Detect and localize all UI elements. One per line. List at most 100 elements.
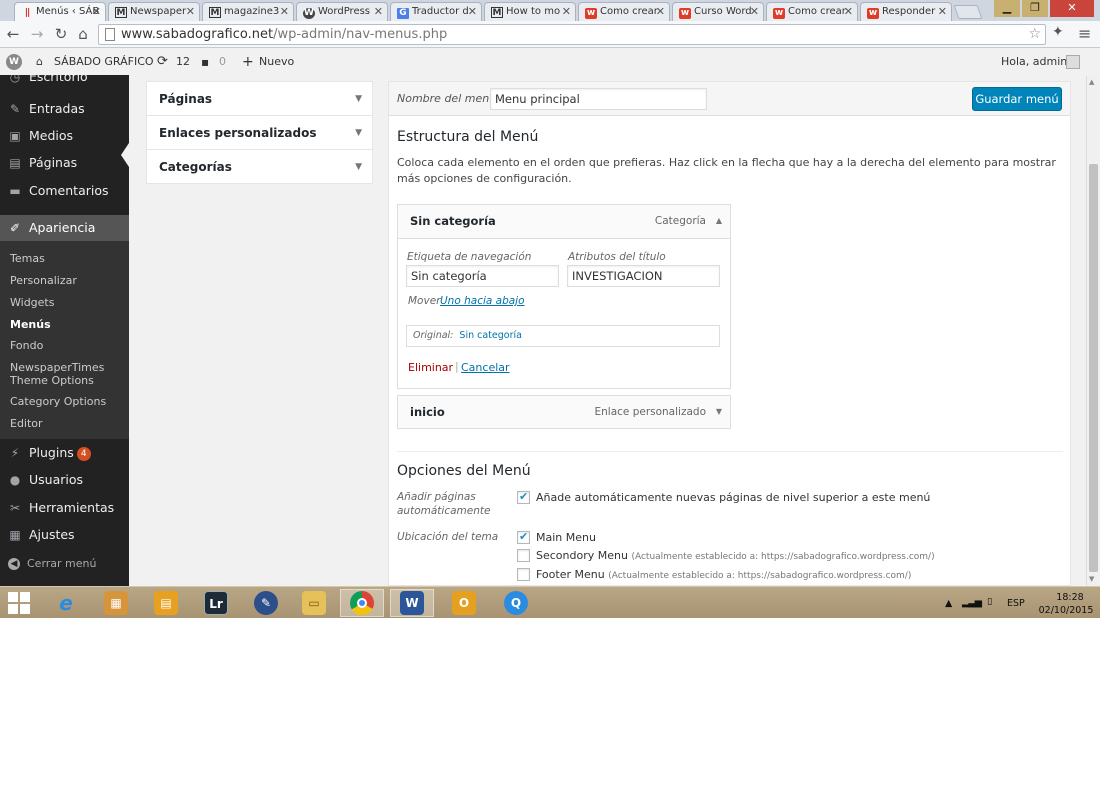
menu-name-input[interactable] [490,88,707,110]
close-tab-icon[interactable]: ✕ [468,3,477,20]
close-window-icon[interactable]: ✕ [1050,0,1094,17]
app-icon[interactable]: ✎ [244,589,288,617]
app-icon[interactable]: ▤ [144,589,188,617]
sidebar-item-paginas[interactable]: ▤ Páginas [0,150,129,176]
accordion-enlaces[interactable]: Enlaces personalizados ▼ [147,116,372,150]
browser-tab[interactable]: M How to mo ✕ [484,2,576,21]
delete-link[interactable]: Eliminar [408,361,453,374]
extension-icon[interactable]: ✦ [1052,24,1064,40]
input-language[interactable]: ESP [1007,598,1025,609]
sidebar-item-apariencia[interactable]: ✐ Apariencia [0,215,129,241]
reload-icon[interactable]: ↻ [52,24,70,44]
original-link[interactable]: Sin categoría [459,330,522,341]
browser-tab[interactable]: Mmagazine3 ✕ [202,2,294,21]
submenu-widgets[interactable]: Widgets [10,296,125,309]
close-tab-icon[interactable]: ✕ [938,3,947,20]
scroll-up-icon[interactable]: ▲ [1089,78,1094,86]
sidebar-item-medios[interactable]: ▣ Medios [0,123,129,149]
accordion-categorias[interactable]: Categorías ▼ [147,150,372,184]
clock-time[interactable]: 18:28 [1046,592,1094,603]
sidebar-item-entradas[interactable]: ✎ Entradas [0,96,129,122]
updates-icon[interactable]: ⟳ [157,49,168,75]
greeting[interactable]: Hola, admin [1001,49,1067,75]
forward-icon[interactable]: → [28,24,46,44]
tray-arrow-icon[interactable]: ▲ [945,598,952,609]
submenu-temas[interactable]: Temas [10,252,125,265]
app-icon[interactable]: Q [494,589,538,617]
close-tab-icon[interactable]: ✕ [186,3,195,20]
location-checkbox-secondary[interactable] [517,549,530,562]
page-scrollbar[interactable]: ▲ ▼ [1086,76,1100,586]
close-tab-icon[interactable]: ✕ [844,3,853,20]
app-icon[interactable]: ▦ [94,589,138,617]
browser-tab[interactable]: w Como crear ✕ [578,2,670,21]
scrollbar-thumb[interactable] [1089,164,1098,572]
wordpress-logo-icon[interactable]: W [6,54,22,70]
sidebar-item-usuarios[interactable]: ● Usuarios [0,467,129,493]
file-explorer-icon[interactable]: ▭ [292,589,336,617]
sidebar-item-ajustes[interactable]: ▦ Ajustes [0,522,129,548]
submenu-editor[interactable]: Editor [10,417,125,430]
nav-label-input[interactable] [406,265,559,287]
close-tab-icon[interactable]: ✕ [92,3,101,20]
internet-explorer-icon[interactable]: e [44,589,88,617]
minimize-icon[interactable]: ▁ [994,0,1020,17]
close-tab-icon[interactable]: ✕ [280,3,289,20]
move-down-link[interactable]: Uno hacia abajo [440,295,525,307]
avatar[interactable] [1066,55,1080,69]
site-name[interactable]: SÁBADO GRÁFICO [54,49,154,75]
scroll-down-icon[interactable]: ▼ [1089,575,1094,583]
close-tab-icon[interactable]: ✕ [750,3,759,20]
new-tab-button[interactable] [953,5,983,19]
site-home-icon[interactable]: ⌂ [36,49,43,75]
browser-tab[interactable]: M Newspaper ✕ [108,2,200,21]
address-bar[interactable]: www.sabadografico.net/wp-admin/nav-menus… [98,24,1046,45]
new-content-link[interactable]: Nuevo [259,49,294,75]
back-icon[interactable]: ← [4,24,22,44]
browser-tab[interactable]: w Responder ✕ [860,2,952,21]
sidebar-item-plugins[interactable]: ⚡ Plugins 4 [0,440,129,466]
browser-tab[interactable]: W WordPress ✕ [296,2,388,21]
bookmark-star-icon[interactable]: ☆ [1028,25,1041,44]
chrome-icon[interactable] [340,589,384,617]
submenu-personalizar[interactable]: Personalizar [10,274,125,287]
sidebar-item-dashboard[interactable]: ◷ Escritorio [0,75,129,90]
signal-icon[interactable]: ▂▃▅ [962,597,982,608]
windows-start-icon[interactable] [8,592,30,614]
title-attr-input[interactable] [567,265,720,287]
plus-icon[interactable]: + [242,49,254,75]
sidebar-item-herramientas[interactable]: ✂ Herramientas [0,495,129,521]
close-tab-icon[interactable]: ✕ [562,3,571,20]
comments-count[interactable]: 0 [219,49,226,75]
updates-count[interactable]: 12 [176,49,190,75]
location-checkbox-main[interactable] [517,530,530,544]
maximize-icon[interactable]: ❐ [1022,0,1048,17]
hamburger-menu-icon[interactable]: ≡ [1078,24,1091,43]
lightroom-icon[interactable]: Lr [194,589,238,617]
clock-date[interactable]: 02/10/2015 [1036,605,1096,616]
submenu-menus[interactable]: Menús [10,318,125,331]
submenu-theme-options[interactable]: NewspaperTimes Theme Options [10,361,125,387]
close-tab-icon[interactable]: ✕ [374,3,383,20]
outlook-icon[interactable]: O [442,589,486,617]
close-tab-icon[interactable]: ✕ [656,3,665,20]
battery-icon[interactable]: ▯ [987,596,992,607]
browser-tab[interactable]: w Curso Word ✕ [672,2,764,21]
caret-down-icon[interactable]: ▼ [716,396,722,428]
accordion-paginas[interactable]: Páginas ▼ [147,82,372,116]
browser-tab[interactable]: w Como crear ✕ [766,2,858,21]
save-menu-button[interactable]: Guardar menú [972,87,1062,111]
cancel-link[interactable]: Cancelar [461,361,510,374]
caret-up-icon[interactable]: ▲ [716,205,722,237]
sidebar-item-comentarios[interactable]: ▬ Comentarios [0,178,129,204]
submenu-fondo[interactable]: Fondo [10,339,125,352]
collapse-menu-button[interactable]: ◀ Cerrar menú [0,552,129,576]
submenu-category-options[interactable]: Category Options [10,395,125,408]
menu-item-handle[interactable]: Sin categoría Categoría ▲ [398,205,730,237]
word-icon[interactable]: W [390,589,434,617]
comments-icon[interactable]: ▪ [201,49,209,75]
home-icon[interactable]: ⌂ [74,24,92,44]
browser-tab[interactable]: G Traductor d ✕ [390,2,482,21]
browser-tab[interactable]: || Menús ‹ SÁB ✕ [14,2,106,21]
menu-item-handle[interactable]: inicio Enlace personalizado ▼ [398,396,730,428]
